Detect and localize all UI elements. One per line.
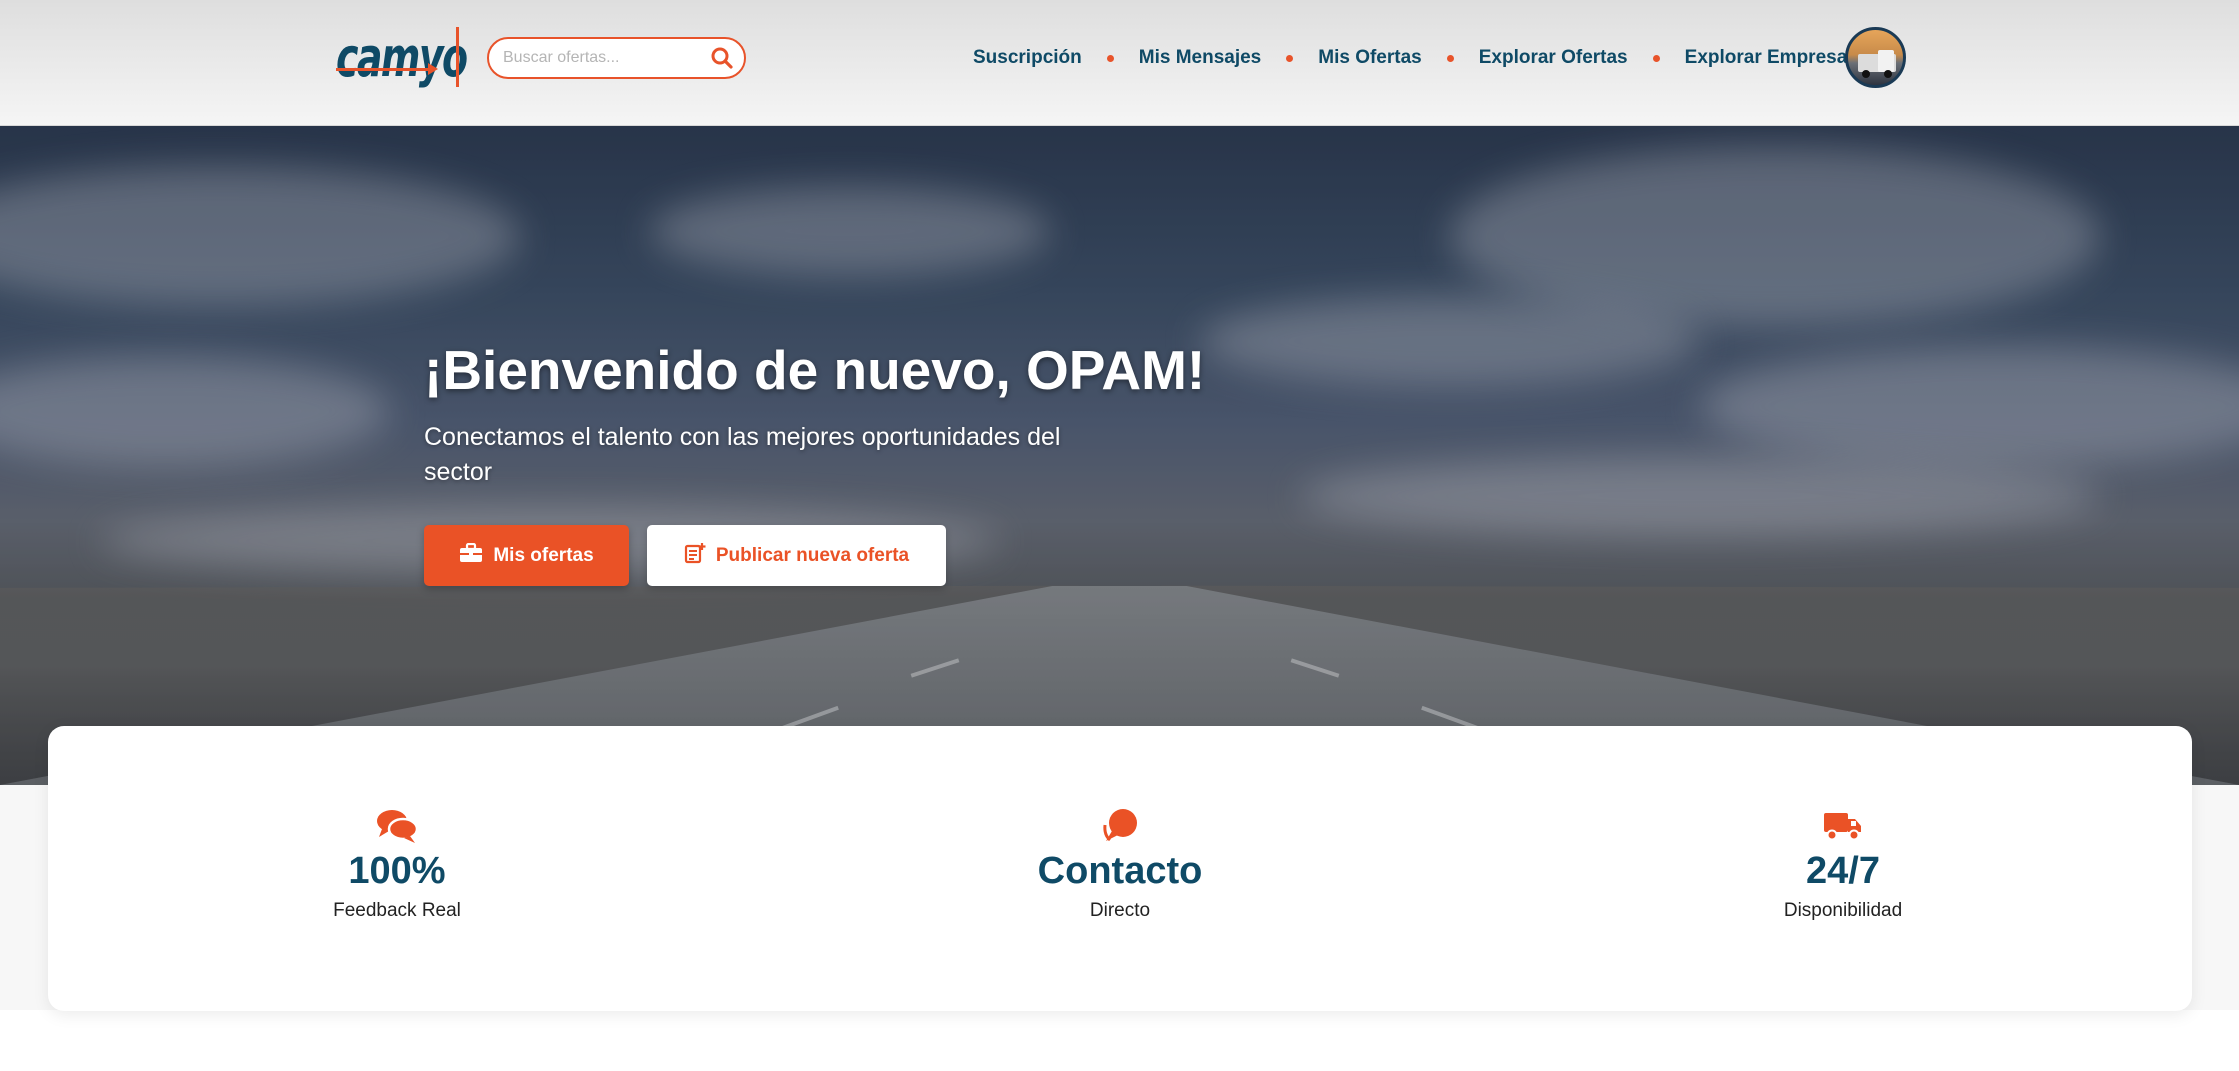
nav-item-explorar-ofertas[interactable]: Explorar Ofertas bbox=[1479, 47, 1628, 69]
nav-item-mis-mensajes[interactable]: Mis Mensajes bbox=[1139, 47, 1262, 69]
avatar-wheel bbox=[1862, 70, 1870, 78]
stat-value: Contacto bbox=[1037, 850, 1203, 892]
my-offers-button[interactable]: Mis ofertas bbox=[424, 525, 629, 586]
logo-underline bbox=[336, 68, 432, 71]
user-avatar[interactable] bbox=[1845, 27, 1906, 88]
nav-item-suscripcion[interactable]: Suscripción bbox=[973, 47, 1082, 69]
search-input[interactable] bbox=[503, 49, 710, 67]
my-offers-button-label: Mis ofertas bbox=[493, 544, 594, 566]
search-icon[interactable] bbox=[710, 45, 734, 71]
nav-item-explorar-empresas[interactable]: Explorar Empresas bbox=[1685, 47, 1858, 69]
nav-separator bbox=[1446, 54, 1454, 62]
chat-bubble-icon bbox=[970, 806, 1270, 846]
logo-wordmark: camyo bbox=[336, 26, 468, 89]
logo-arrow-icon bbox=[428, 63, 438, 75]
header-divider bbox=[456, 27, 459, 87]
hero-banner: ¡Bienvenido de nuevo, OPAM! Conectamos e… bbox=[0, 126, 2239, 785]
stat-label: Disponibilidad bbox=[1783, 900, 1903, 921]
stat-contact: Contacto Directo bbox=[970, 806, 1270, 922]
stat-value: 24/7 bbox=[1806, 850, 1880, 892]
nav-separator bbox=[1652, 54, 1660, 62]
avatar-truck-cab bbox=[1878, 50, 1894, 72]
camyo-logo[interactable]: camyo bbox=[336, 26, 468, 90]
search-box bbox=[487, 37, 746, 79]
truck-icon bbox=[1693, 806, 1993, 846]
page-background-bottom bbox=[0, 1010, 2239, 1071]
new-document-icon bbox=[684, 542, 706, 570]
stat-value: 100% bbox=[348, 850, 446, 892]
nav-item-mis-ofertas[interactable]: Mis Ofertas bbox=[1318, 47, 1421, 69]
stat-label: Feedback Real bbox=[333, 900, 461, 921]
stat-availability: 24/7 Disponibilidad bbox=[1693, 806, 1993, 922]
stats-card: 100% Feedback Real Contacto Directo 24/7… bbox=[48, 726, 2192, 1011]
main-nav: Suscripción Mis Mensajes Mis Ofertas Exp… bbox=[973, 40, 1915, 76]
hero-subtitle: Conectamos el talento con las mejores op… bbox=[424, 423, 1061, 486]
stat-label: Directo bbox=[1089, 900, 1151, 921]
nav-separator bbox=[1106, 54, 1114, 62]
comments-icon bbox=[247, 806, 547, 846]
hero-title: ¡Bienvenido de nuevo, OPAM! bbox=[424, 339, 1206, 401]
publish-offer-button-label: Publicar nueva oferta bbox=[715, 544, 910, 566]
stat-feedback: 100% Feedback Real bbox=[247, 806, 547, 922]
avatar-wheel bbox=[1884, 70, 1892, 78]
top-header: camyo Suscripción Mis Mensajes Mis Ofert… bbox=[0, 0, 2239, 126]
briefcase-icon bbox=[459, 542, 483, 569]
publish-offer-button[interactable]: Publicar nueva oferta bbox=[647, 525, 946, 586]
nav-separator bbox=[1286, 54, 1294, 62]
